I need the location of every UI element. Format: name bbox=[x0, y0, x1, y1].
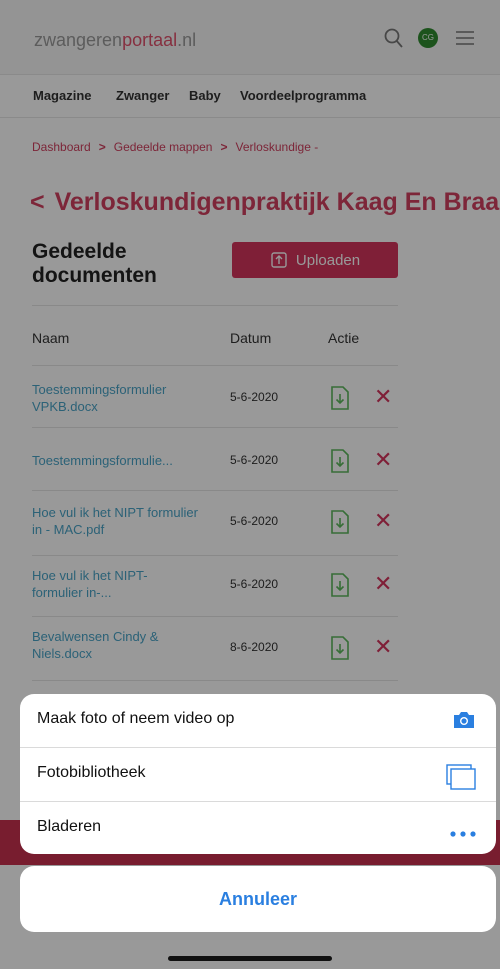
option-label: Bladeren bbox=[37, 818, 102, 835]
cancel-label: Annuleer bbox=[218, 888, 297, 909]
option-label: Fotobibliotheek bbox=[37, 764, 146, 781]
option-camera[interactable]: Maak foto of neem video op bbox=[20, 694, 496, 747]
option-label: Maak foto of neem video op bbox=[37, 710, 235, 727]
more-icon bbox=[450, 824, 476, 842]
cancel-button[interactable]: Annuleer bbox=[20, 866, 496, 932]
option-browse[interactable]: Bladeren bbox=[20, 802, 496, 854]
home-indicator[interactable] bbox=[168, 956, 332, 961]
action-sheet: Maak foto of neem video op Fotobibliothe… bbox=[20, 694, 496, 854]
option-photo-library[interactable]: Fotobibliotheek bbox=[20, 748, 496, 801]
camera-icon bbox=[452, 710, 476, 735]
photo-library-icon bbox=[446, 764, 476, 795]
